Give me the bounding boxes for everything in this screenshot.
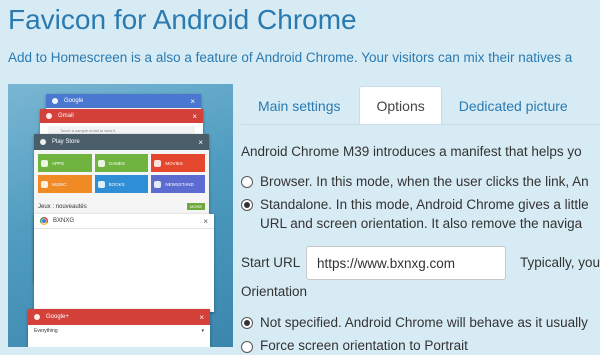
orientation-label: Orientation: [241, 284, 308, 299]
intro-text: Android Chrome M39 introduces a manifest…: [241, 144, 582, 159]
playstore-tiles: APPS GAMES MOVIES MUSIC BOOKS NEWSSTAND: [34, 150, 209, 197]
tab-divider: [241, 124, 600, 125]
tile-label: NEWSSTAND: [165, 181, 194, 187]
everything-row: Everything ▾: [28, 325, 210, 337]
portrait-radio[interactable]: [241, 341, 253, 353]
google-app-icon: [52, 98, 58, 104]
page-title: Favicon for Android Chrome: [8, 4, 357, 35]
googleplus-card: Google+ × Everything ▾: [28, 309, 210, 347]
tab-main-settings[interactable]: Main settings: [241, 86, 357, 124]
standalone-option-label-2: URL and screen orientation. It also remo…: [260, 216, 583, 231]
tab-dedicated-picture[interactable]: Dedicated picture: [442, 86, 585, 124]
jeux-section: Jeux : nouveautés MORE: [38, 203, 205, 210]
start-url-hint: Typically, you: [520, 255, 600, 270]
bxnxg-card-title: BXNXG: [53, 218, 75, 224]
film-icon: [154, 159, 162, 167]
dropdown-arrow-icon: ▾: [201, 328, 204, 334]
headphones-icon: [41, 180, 48, 188]
chrome-icon: [40, 217, 48, 225]
tile-label: MUSIC: [52, 181, 67, 187]
tile-music: MUSIC: [38, 175, 92, 193]
google-card-title: Google: [64, 98, 84, 104]
page-subtitle: Add to Homescreen is a also a feature of…: [8, 50, 573, 65]
not-specified-radio[interactable]: [241, 317, 253, 329]
tile-label: APPS: [52, 160, 65, 166]
standalone-radio[interactable]: [241, 199, 253, 211]
googleplus-app-icon: [34, 314, 40, 320]
tile-label: MOVIES: [165, 160, 183, 166]
tile-label: BOOKS: [108, 181, 125, 187]
tile-games: GAMES: [94, 154, 149, 172]
close-icon: ×: [198, 137, 203, 147]
gmail-row: Touch a sample email to view it: [48, 126, 195, 134]
not-specified-label: Not specified. Android Chrome will behav…: [260, 315, 588, 330]
gmail-card-title: Gmail: [58, 113, 74, 119]
browser-radio[interactable]: [241, 176, 253, 188]
tile-movies: MOVIES: [151, 154, 205, 172]
tile-label: GAMES: [108, 160, 125, 166]
book-icon: [97, 180, 105, 188]
close-icon: ×: [199, 312, 204, 322]
android-icon: [41, 159, 48, 167]
newspaper-icon: [154, 180, 162, 188]
portrait-label: Force screen orientation to Portrait: [260, 338, 468, 353]
close-icon: ×: [203, 216, 208, 226]
standalone-option-label: Standalone. In this mode, Android Chrome…: [260, 197, 589, 212]
tile-apps: APPS: [38, 154, 92, 172]
start-url-label: Start URL: [241, 255, 301, 270]
googleplus-card-title: Google+: [46, 314, 69, 320]
jeux-title: Jeux : nouveautés: [38, 203, 87, 210]
android-recents-preview: Google × Gmail × Touch a sample email to v…: [8, 84, 233, 347]
start-url-input[interactable]: [306, 246, 506, 280]
tab-options[interactable]: Options: [359, 86, 442, 124]
playstore-app-icon: [40, 139, 46, 145]
close-icon: ×: [190, 96, 195, 106]
playstore-card-title: Play Store: [52, 139, 80, 145]
everything-label: Everything: [34, 328, 58, 334]
bxnxg-card: BXNXG ×: [34, 214, 214, 312]
tile-newsstand: NEWSSTAND: [151, 175, 205, 193]
more-badge: MORE: [187, 203, 205, 210]
close-icon: ×: [192, 111, 197, 121]
gamepad-icon: [97, 159, 105, 167]
tile-books: BOOKS: [94, 175, 149, 193]
settings-tabs: Main settings Options Dedicated picture: [241, 86, 585, 124]
browser-option-label: Browser. In this mode, when the user cli…: [260, 174, 589, 189]
gmail-app-icon: [46, 113, 52, 119]
